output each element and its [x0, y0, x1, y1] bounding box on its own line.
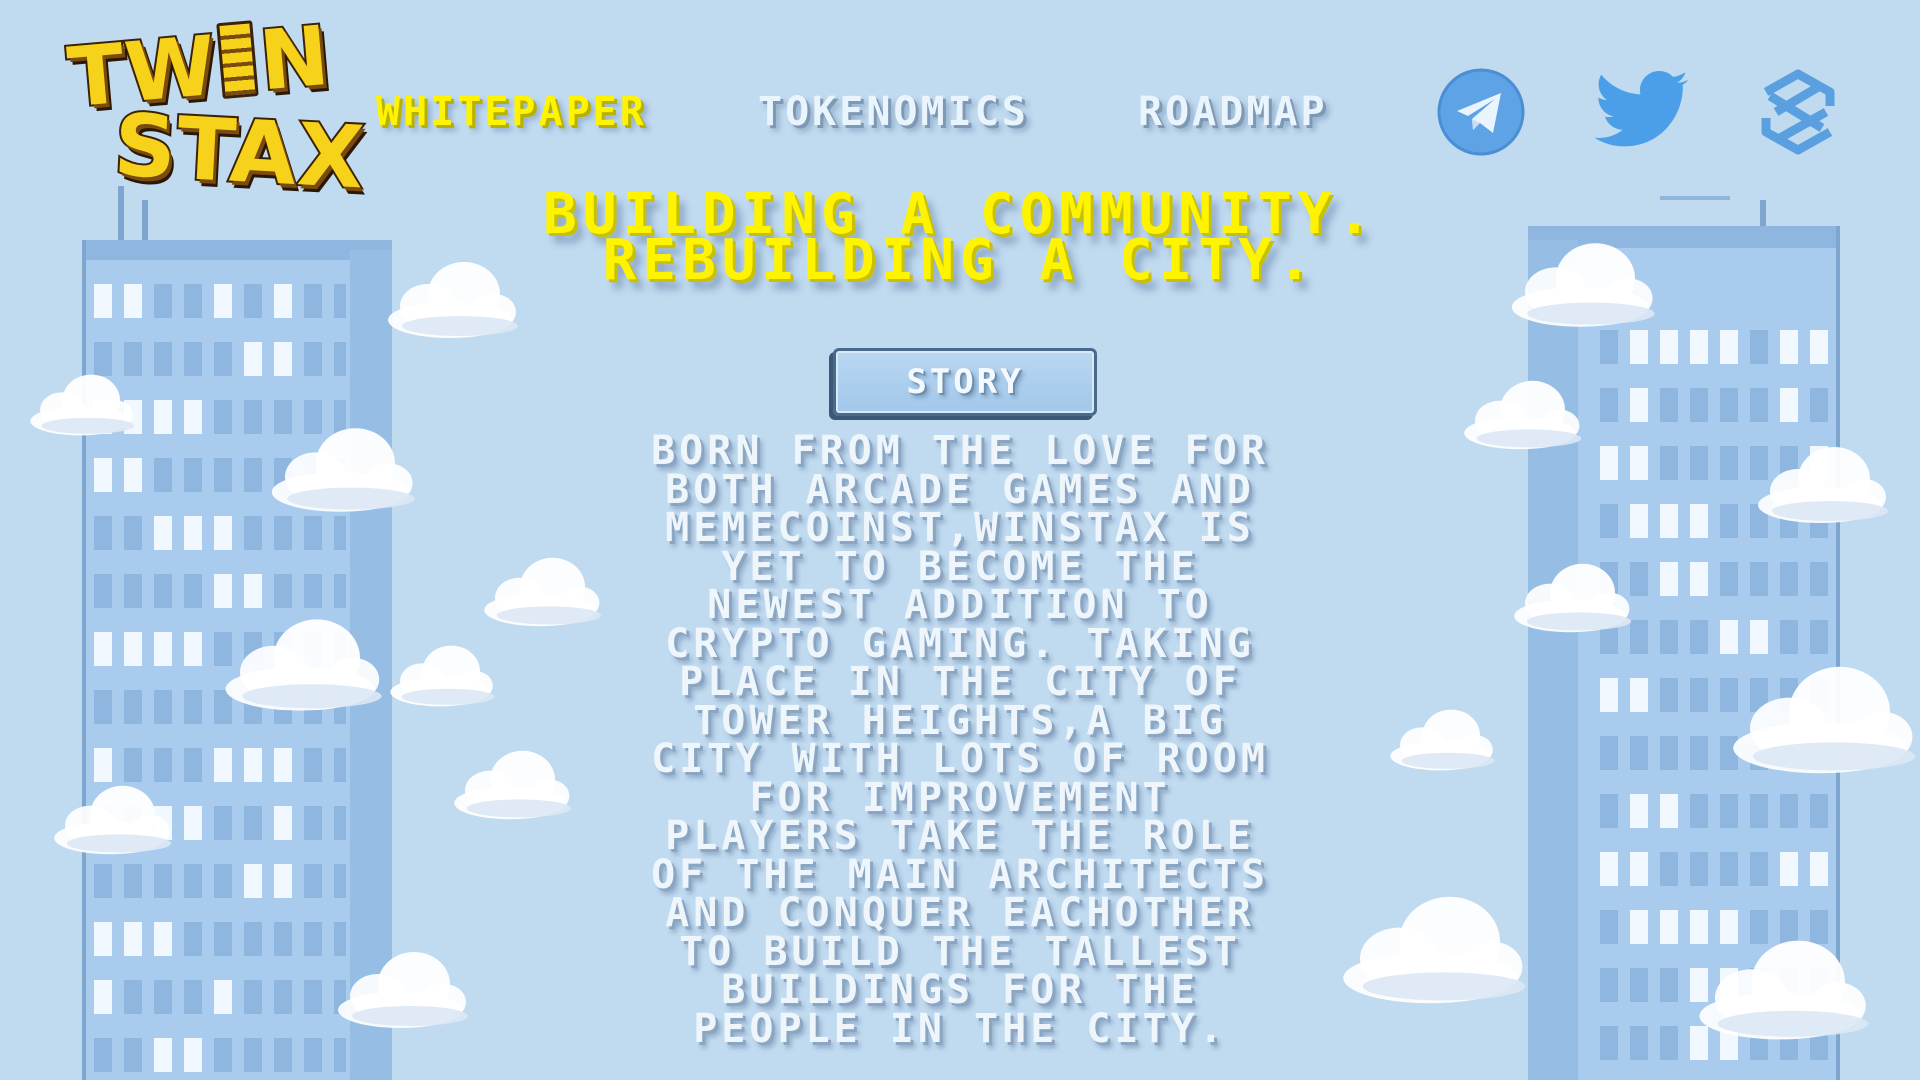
headline: BUILDING A COMMUNITY. REBUILDING A CITY.: [440, 187, 1480, 289]
dextools-icon: [1761, 69, 1835, 155]
story-line: CITY WITH LOTS OF ROOM: [651, 736, 1269, 782]
story-line: TOWER HEIGHTS,A BIG: [693, 697, 1227, 744]
story-line: FOR IMPROVEMENT: [749, 774, 1171, 821]
story-line: PLACE IN THE CITY OF: [679, 659, 1241, 705]
nav-tokenomics-link[interactable]: TOKENOMICS: [758, 88, 1073, 136]
dextools-button[interactable]: [1756, 66, 1844, 155]
tower-icon: [216, 20, 260, 100]
story-line: TO BUILD THE TALLEST: [679, 928, 1241, 975]
story-line: CRYPTO GAMING. TAKING: [665, 620, 1255, 667]
twitter-icon: [1594, 71, 1688, 147]
story-line: OF THE MAIN ARCHITECTS: [651, 851, 1269, 898]
story-button[interactable]: STORY: [833, 348, 1097, 416]
story-text: BORN FROM THE LOVE FOR BOTH ARCADE GAMES…: [590, 428, 1330, 1052]
story-line: BUILDINGS FOR THE: [721, 967, 1199, 1013]
nav-whitepaper-link[interactable]: WHITEPAPER: [376, 88, 691, 136]
twitter-button[interactable]: [1592, 70, 1688, 158]
story-line: AND CONQUER EACHOTHER: [665, 890, 1255, 936]
logo-text-n: N: [254, 7, 336, 112]
story-button-label: STORY: [906, 362, 1024, 402]
story-line: YET TO BECOME THE: [721, 543, 1199, 590]
nav-roadmap-link[interactable]: ROADMAP: [1138, 88, 1368, 136]
story-line: PEOPLE IN THE CITY.: [693, 1005, 1227, 1052]
story-line: NEWEST ADDITION TO: [707, 582, 1213, 628]
telegram-icon: [1437, 68, 1525, 156]
story-line: PLAYERS TAKE THE ROLE: [665, 813, 1255, 859]
telegram-button[interactable]: [1437, 68, 1525, 156]
story-line: MEMECOINST,WINSTAX IS: [665, 505, 1255, 551]
story-line: BOTH ARCADE GAMES AND: [665, 466, 1255, 513]
twin-stax-logo[interactable]: TW N STAX: [62, 7, 369, 211]
story-line: BORN FROM THE LOVE FOR: [651, 428, 1269, 474]
logo-text-stax: STAX: [110, 94, 370, 211]
